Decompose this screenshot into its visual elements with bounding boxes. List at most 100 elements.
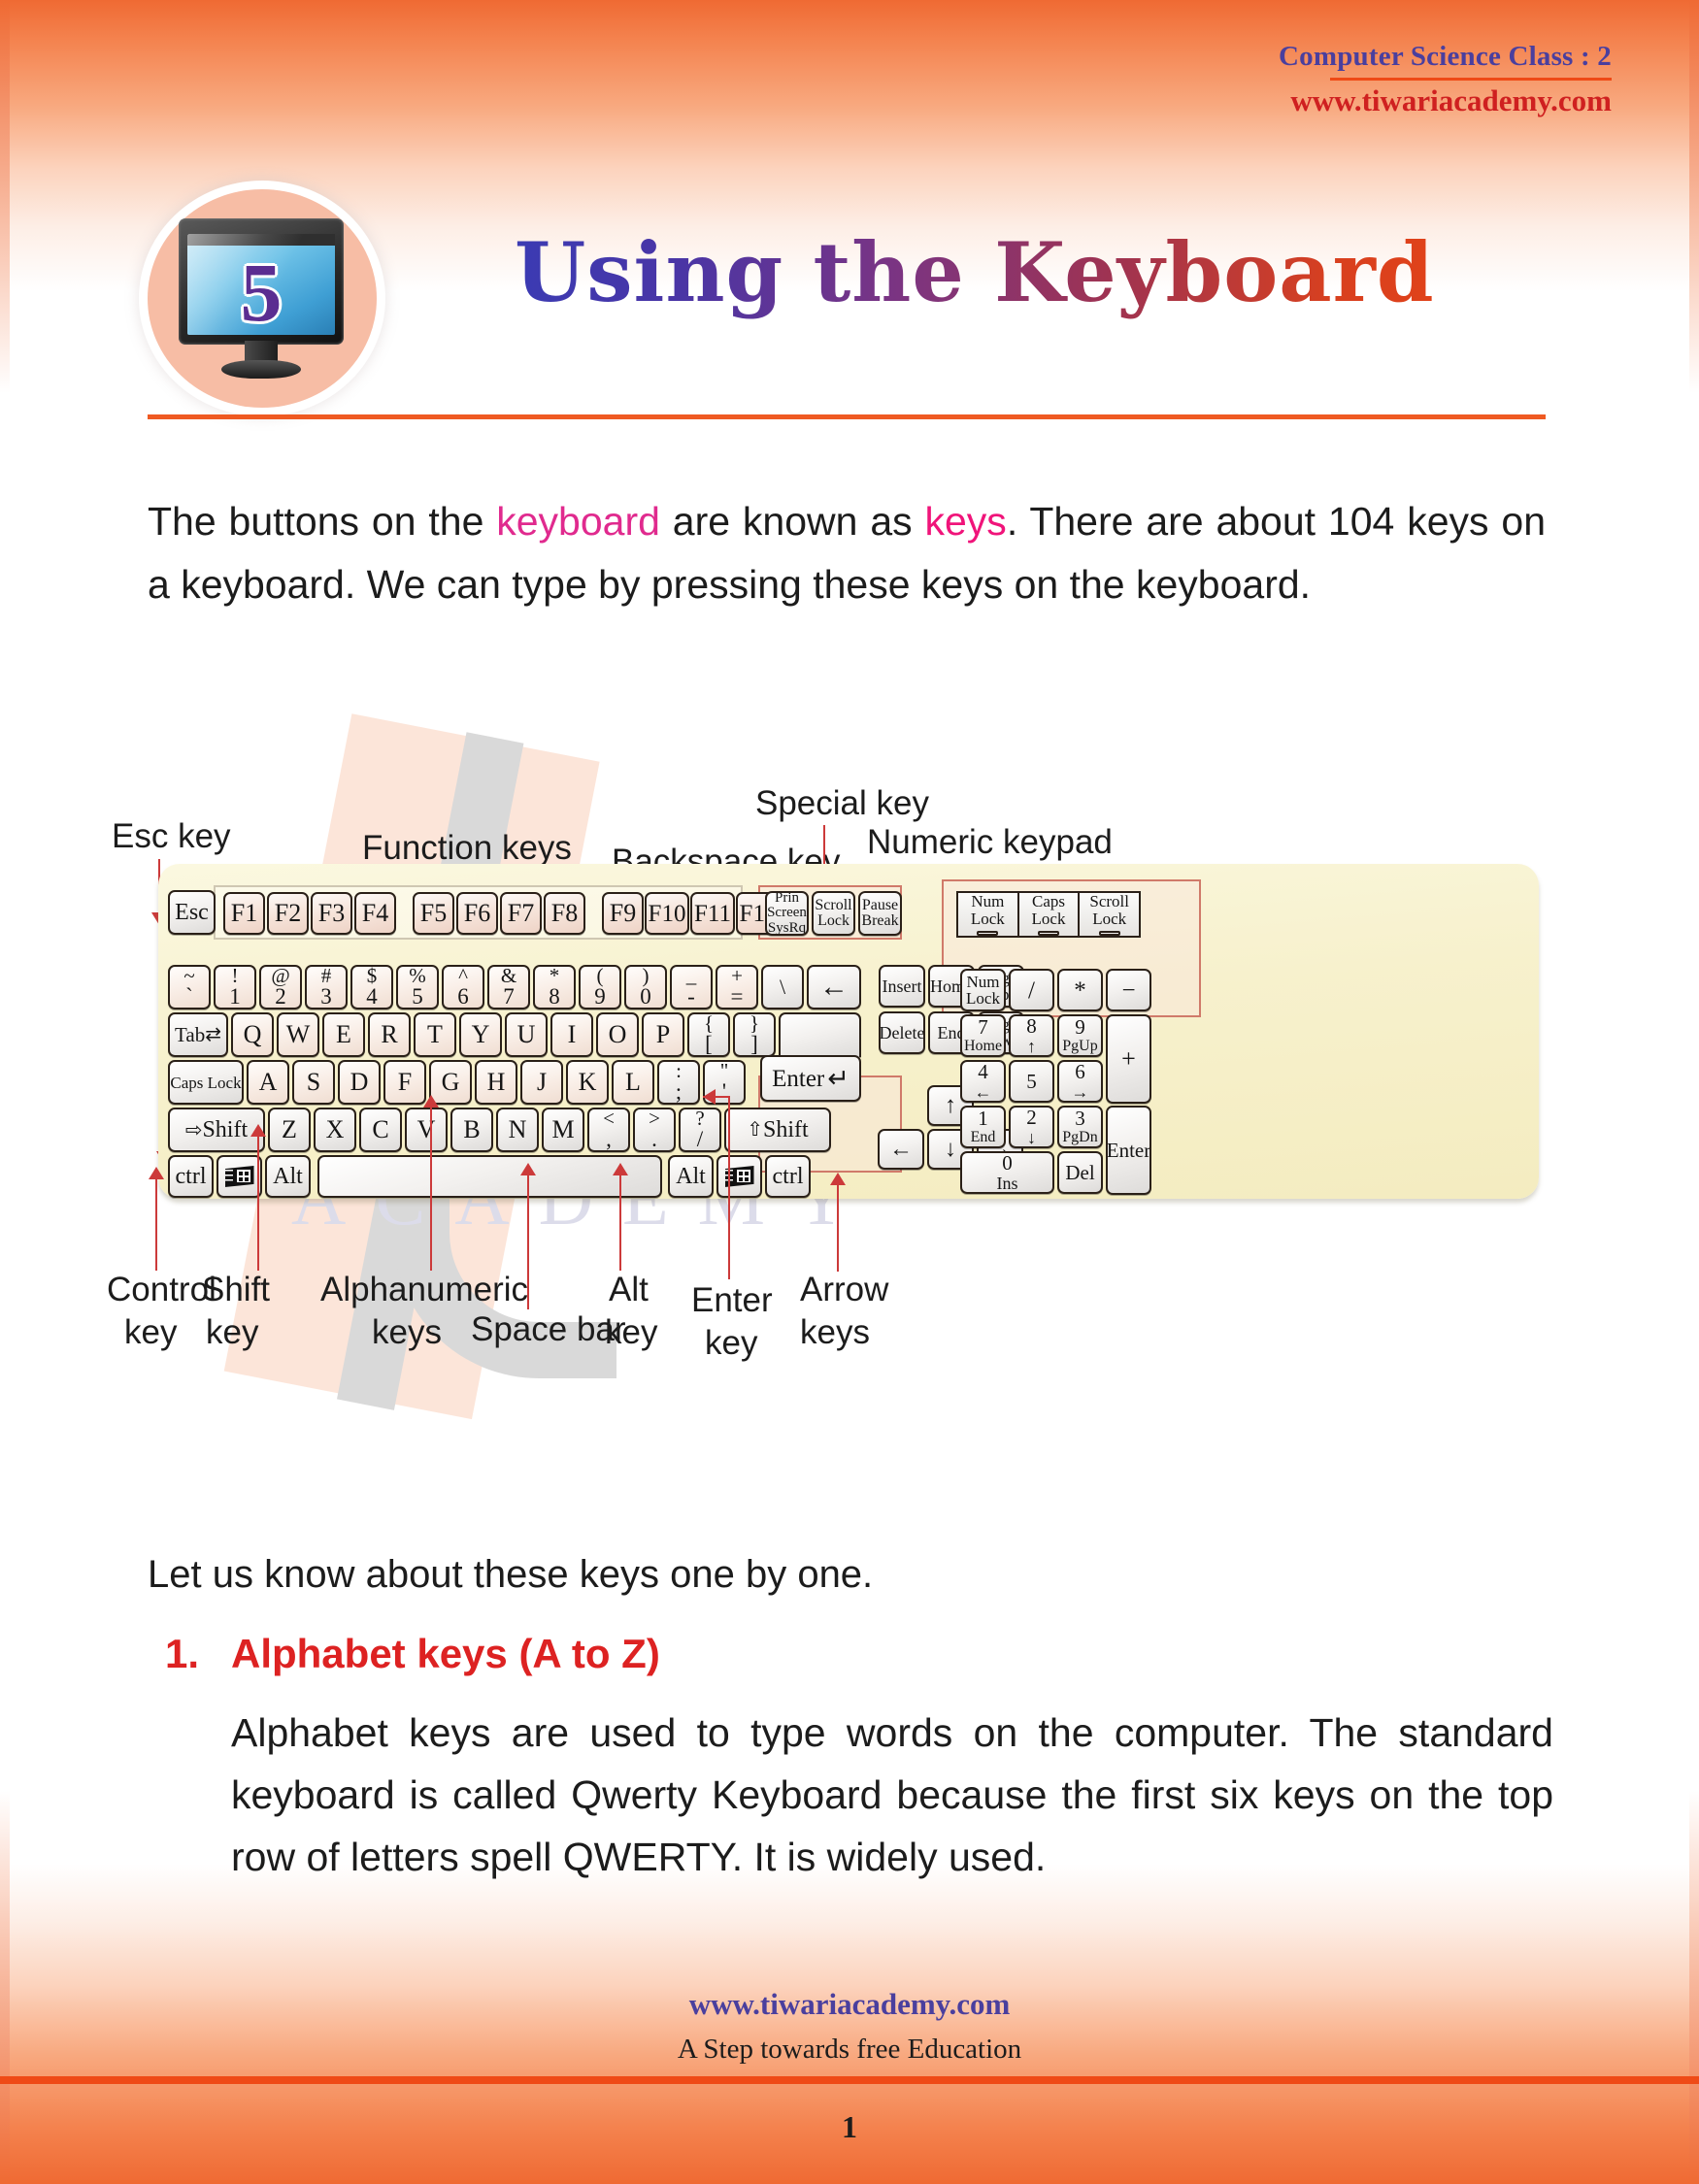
key-windows-left[interactable] bbox=[217, 1155, 262, 1198]
key-d[interactable]: D bbox=[338, 1060, 381, 1105]
key-backtick-shift: ~ bbox=[183, 965, 195, 988]
key-period[interactable]: >. bbox=[633, 1108, 676, 1152]
key-p[interactable]: P bbox=[642, 1012, 684, 1057]
key-esc[interactable]: Esc bbox=[168, 890, 216, 935]
key-f4[interactable]: F4 bbox=[354, 892, 396, 935]
chapter-number: 5 bbox=[240, 246, 283, 339]
key-slash[interactable]: ? / bbox=[679, 1108, 721, 1152]
key-3[interactable]: #3 bbox=[305, 965, 348, 1009]
key-backspace[interactable]: ← bbox=[807, 965, 861, 1009]
key-shift-right[interactable]: ⇧ Shift bbox=[724, 1108, 831, 1152]
key-f11[interactable]: F11 bbox=[690, 892, 735, 935]
key-v[interactable]: V bbox=[405, 1108, 448, 1152]
key-ctrl-left[interactable]: ctrl bbox=[168, 1155, 214, 1198]
key-z[interactable]: Z bbox=[268, 1108, 311, 1152]
key-insert[interactable]: Insert bbox=[879, 965, 925, 1008]
key-c[interactable]: C bbox=[359, 1108, 402, 1152]
key-caps-lock[interactable]: Caps Lock bbox=[168, 1060, 244, 1105]
led-num-lock-line1: Num bbox=[971, 892, 1005, 910]
key-f8[interactable]: F8 bbox=[544, 892, 585, 935]
key-a[interactable]: A bbox=[247, 1060, 289, 1105]
key-f1[interactable]: F1 bbox=[223, 892, 265, 935]
key-f6[interactable]: F6 bbox=[456, 892, 498, 935]
key-delete[interactable]: Delete bbox=[879, 1011, 925, 1054]
key-numpad-plus[interactable]: + bbox=[1106, 1014, 1151, 1104]
key-numpad-7[interactable]: 7 Home bbox=[960, 1014, 1006, 1057]
intro-text-2: are known as bbox=[659, 499, 925, 544]
key-5[interactable]: % 5 bbox=[396, 965, 439, 1009]
key-t[interactable]: T bbox=[414, 1012, 456, 1057]
key-ctrl-right[interactable]: ctrl bbox=[765, 1155, 811, 1198]
key-numpad-minus[interactable]: − bbox=[1106, 969, 1151, 1011]
key-numpad-multiply[interactable]: * bbox=[1057, 969, 1103, 1011]
key-f10[interactable]: F10 bbox=[645, 892, 689, 935]
key-arrow-left[interactable]: ← bbox=[878, 1129, 924, 1170]
key-numpad-1[interactable]: 1 End bbox=[960, 1106, 1006, 1148]
key-numpad-enter[interactable]: Enter bbox=[1106, 1106, 1151, 1195]
key-tab[interactable]: Tab ⇄ bbox=[168, 1012, 228, 1057]
key-s[interactable]: S bbox=[292, 1060, 335, 1105]
key-numpad-5[interactable]: 5 bbox=[1009, 1060, 1054, 1103]
key-m[interactable]: M bbox=[542, 1108, 584, 1152]
key-minus[interactable]: _ - bbox=[670, 965, 713, 1009]
key-o[interactable]: O bbox=[596, 1012, 639, 1057]
key-space-bar[interactable] bbox=[317, 1155, 662, 1198]
key-f9[interactable]: F9 bbox=[602, 892, 644, 935]
key-2[interactable]: @2 bbox=[259, 965, 302, 1009]
key-f2[interactable]: F2 bbox=[267, 892, 309, 935]
key-print-screen[interactable]: Prin Screen SysRq bbox=[765, 891, 809, 936]
key-n[interactable]: N bbox=[496, 1108, 539, 1152]
key-numpad-2[interactable]: 2 ↓ bbox=[1009, 1106, 1054, 1148]
key-backslash[interactable]: \ bbox=[761, 965, 804, 1009]
key-backtick[interactable]: ~ ` bbox=[168, 965, 211, 1009]
key-8[interactable]: * 8 bbox=[533, 965, 576, 1009]
key-e[interactable]: E bbox=[322, 1012, 365, 1057]
key-f5[interactable]: F5 bbox=[413, 892, 454, 935]
key-u[interactable]: U bbox=[505, 1012, 548, 1057]
footer-website-url[interactable]: www.tiwariacademy.com bbox=[0, 1987, 1699, 2022]
key-q[interactable]: Q bbox=[231, 1012, 274, 1057]
key-num-lock[interactable]: Num Lock bbox=[960, 969, 1006, 1011]
key-enter[interactable]: Enter ↵ bbox=[760, 1055, 861, 1102]
key-pause-break[interactable]: Pause Break bbox=[858, 891, 902, 936]
header-website-url[interactable]: www.tiwariacademy.com bbox=[1279, 83, 1612, 118]
key-w[interactable]: W bbox=[277, 1012, 319, 1057]
key-numpad-9[interactable]: 9 PgUp bbox=[1057, 1014, 1103, 1057]
key-numpad-4[interactable]: 4 ← bbox=[960, 1060, 1006, 1103]
key-bracket-left[interactable]: {[ bbox=[687, 1012, 730, 1057]
key-f7[interactable]: F7 bbox=[500, 892, 542, 935]
key-numpad-6[interactable]: 6 → bbox=[1057, 1060, 1103, 1103]
key-alt-left[interactable]: Alt bbox=[265, 1155, 311, 1198]
key-4[interactable]: $4 bbox=[350, 965, 393, 1009]
key-numpad-3[interactable]: 3 PgDn bbox=[1057, 1106, 1103, 1148]
key-b[interactable]: B bbox=[450, 1108, 493, 1152]
key-alt-right[interactable]: Alt bbox=[668, 1155, 714, 1198]
key-x[interactable]: X bbox=[314, 1108, 356, 1152]
key-y[interactable]: Y bbox=[459, 1012, 502, 1057]
key-9[interactable]: (9 bbox=[579, 965, 621, 1009]
key-equals[interactable]: + = bbox=[716, 965, 758, 1009]
key-7[interactable]: & 7 bbox=[487, 965, 530, 1009]
key-numpad-del[interactable]: Del bbox=[1057, 1151, 1103, 1194]
key-6[interactable]: ^ 6 bbox=[442, 965, 484, 1009]
key-j[interactable]: J bbox=[520, 1060, 563, 1105]
key-windows-right[interactable] bbox=[716, 1155, 762, 1198]
key-0[interactable]: ) 0 bbox=[624, 965, 667, 1009]
key-numpad-0[interactable]: 0 Ins bbox=[960, 1151, 1054, 1194]
key-1[interactable]: ! 1 bbox=[214, 965, 256, 1009]
key-h[interactable]: H bbox=[475, 1060, 517, 1105]
key-f[interactable]: F bbox=[383, 1060, 426, 1105]
key-f3[interactable]: F3 bbox=[311, 892, 352, 935]
key-comma[interactable]: <, bbox=[587, 1108, 630, 1152]
key-i[interactable]: I bbox=[550, 1012, 593, 1057]
callout-numeric-keypad: Numeric keypad bbox=[867, 823, 1113, 861]
key-k[interactable]: K bbox=[566, 1060, 609, 1105]
key-r[interactable]: R bbox=[368, 1012, 411, 1057]
key-numpad-divide[interactable]: / bbox=[1009, 969, 1054, 1011]
key-numpad-8[interactable]: 8 ↑ bbox=[1009, 1014, 1054, 1057]
key-l[interactable]: L bbox=[612, 1060, 654, 1105]
key-enter-upper[interactable] bbox=[779, 1012, 861, 1057]
key-semicolon[interactable]: :; bbox=[657, 1060, 700, 1105]
key-bracket-right[interactable]: }] bbox=[733, 1012, 776, 1057]
key-scroll-lock[interactable]: Scroll Lock bbox=[812, 891, 855, 936]
